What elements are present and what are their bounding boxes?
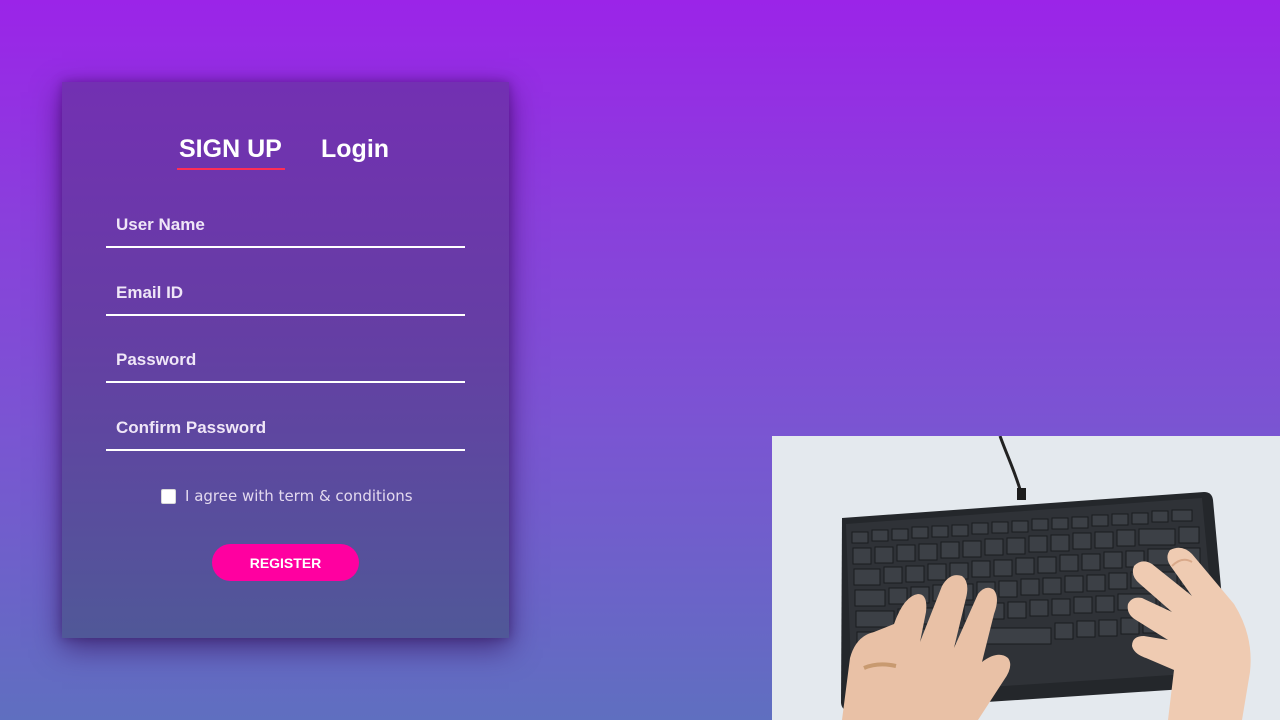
- email-input[interactable]: [106, 272, 465, 314]
- tab-signup[interactable]: SIGN UP: [177, 134, 285, 170]
- password-field-wrapper: [106, 339, 465, 383]
- signup-card: SIGN UP Login I agree with term & condit…: [62, 82, 509, 638]
- register-button[interactable]: REGISTER: [212, 544, 359, 581]
- keyboard-video-overlay: [772, 436, 1280, 720]
- agree-terms: I agree with term & conditions: [161, 486, 413, 506]
- confirm-password-input[interactable]: [106, 407, 465, 449]
- agree-label: I agree with term & conditions: [185, 487, 413, 505]
- username-input[interactable]: [106, 204, 465, 246]
- auth-tabs: SIGN UP Login: [62, 134, 509, 174]
- password-input[interactable]: [106, 339, 465, 381]
- agree-checkbox[interactable]: [161, 488, 176, 504]
- username-field-wrapper: [106, 204, 465, 248]
- email-field-wrapper: [106, 272, 465, 316]
- keyboard-typing-hands-icon: [772, 436, 1280, 720]
- confirm-password-field-wrapper: [106, 407, 465, 451]
- tab-login[interactable]: Login: [321, 134, 389, 164]
